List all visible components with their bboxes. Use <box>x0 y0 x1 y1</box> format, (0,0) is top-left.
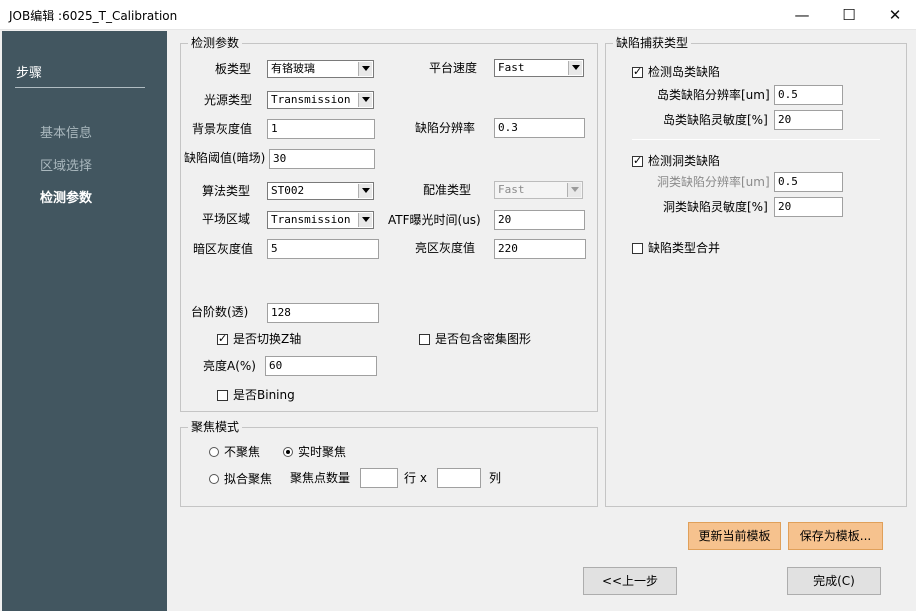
minimize-icon[interactable]: — <box>779 0 825 30</box>
capture-separator <box>632 139 880 140</box>
focus-points-label: 聚焦点数量 <box>290 471 351 485</box>
dark-gray-label: 暗区灰度值 <box>193 242 254 256</box>
steps-input[interactable]: 128 <box>267 303 379 323</box>
atf-exposure-label: ATF曝光时间(us) <box>388 213 481 227</box>
fit-focus-label: 拟合聚焦 <box>224 472 273 486</box>
title-bar: JOB编辑 :6025_T_Calibration — ☐ ✕ <box>0 0 916 30</box>
detect-hole-checkbox[interactable]: ✓ <box>632 154 643 167</box>
focus-rows-unit: 行 x <box>404 471 427 485</box>
chevron-down-icon <box>358 213 372 227</box>
island-resolution-label: 岛类缺陷分辨率[um] <box>657 88 770 102</box>
save-template-button[interactable]: 保存为模板... <box>788 522 883 550</box>
board-type-select[interactable]: 有铬玻璃 <box>267 60 374 78</box>
bg-gray-label: 背景灰度值 <box>192 122 253 136</box>
platform-speed-value: Fast <box>498 61 525 74</box>
prev-step-button[interactable]: <<上一步 <box>583 567 677 595</box>
bright-gray-label: 亮区灰度值 <box>415 241 476 255</box>
algorithm-value: ST002 <box>271 184 305 197</box>
bg-gray-input[interactable]: 1 <box>267 119 375 139</box>
focus-rows-input[interactable] <box>360 468 398 488</box>
sidebar-divider <box>15 87 145 88</box>
switch-z-label: 是否切换Z轴 <box>233 332 302 346</box>
island-sensitivity-input[interactable]: 20 <box>774 110 843 130</box>
chevron-down-icon <box>358 93 372 107</box>
board-type-value: 有铬玻璃 <box>271 62 315 75</box>
merge-types-label: 缺陷类型合并 <box>648 241 721 255</box>
flat-region-label: 平场区域 <box>202 212 251 226</box>
bining-checkbox[interactable] <box>217 390 228 401</box>
update-template-button[interactable]: 更新当前模板 <box>688 522 781 550</box>
chevron-down-icon <box>568 61 582 75</box>
maximize-icon[interactable]: ☐ <box>826 0 872 30</box>
fit-focus-radio[interactable] <box>209 474 219 484</box>
flat-region-value: Transmission <box>271 213 351 226</box>
board-type-label: 板类型 <box>215 62 252 76</box>
sidebar-item-region-select[interactable]: 区域选择 <box>40 155 92 174</box>
island-resolution-input[interactable]: 0.5 <box>774 85 843 105</box>
focus-mode-legend: 聚焦模式 <box>188 420 243 434</box>
brightness-label: 亮度A(%) <box>203 359 256 373</box>
switch-z-checkbox[interactable]: ✓ <box>217 332 228 345</box>
defect-capture-legend: 缺陷捕获类型 <box>613 36 692 50</box>
bright-gray-input[interactable]: 220 <box>494 239 586 259</box>
sidebar-item-basic-info[interactable]: 基本信息 <box>40 122 92 141</box>
no-focus-radio[interactable] <box>209 447 219 457</box>
chevron-down-icon <box>567 183 581 197</box>
dense-pattern-label: 是否包含密集图形 <box>435 332 532 346</box>
align-type-select: Fast <box>494 181 583 199</box>
realtime-focus-radio[interactable] <box>283 447 293 457</box>
defect-threshold-label: 缺陷阈值(暗场) <box>184 151 266 165</box>
align-type-label: 配准类型 <box>423 183 472 197</box>
detect-hole-label: 检测洞类缺陷 <box>648 154 721 168</box>
sidebar-item-detect-params[interactable]: 检测参数 <box>40 187 92 206</box>
light-type-value: Transmission <box>271 93 351 106</box>
detect-island-checkbox[interactable]: ✓ <box>632 65 643 78</box>
detect-island-label: 检测岛类缺陷 <box>648 65 721 79</box>
defect-resolution-input[interactable]: 0.3 <box>494 118 585 138</box>
platform-speed-select[interactable]: Fast <box>494 59 584 77</box>
focus-cols-input[interactable] <box>437 468 481 488</box>
defect-threshold-input[interactable]: 30 <box>269 149 375 169</box>
merge-types-checkbox[interactable] <box>632 243 643 254</box>
checkmark-icon: ✓ <box>633 154 643 167</box>
no-focus-label: 不聚焦 <box>224 445 261 459</box>
defect-resolution-label: 缺陷分辨率 <box>415 121 476 135</box>
brightness-input[interactable]: 60 <box>265 356 377 376</box>
window-title: JOB编辑 :6025_T_Calibration <box>9 9 178 23</box>
finish-button[interactable]: 完成(C) <box>787 567 881 595</box>
dense-pattern-checkbox[interactable] <box>419 334 430 345</box>
steps-sidebar: 步骤 基本信息 区域选择 检测参数 <box>2 31 167 611</box>
focus-cols-unit: 列 <box>489 471 502 485</box>
chevron-down-icon <box>358 184 372 198</box>
detect-params-legend: 检测参数 <box>188 36 243 50</box>
bining-label: 是否Bining <box>233 388 295 402</box>
checkmark-icon: ✓ <box>218 332 228 345</box>
realtime-focus-label: 实时聚焦 <box>298 445 347 459</box>
algorithm-label: 算法类型 <box>202 184 251 198</box>
steps-label: 台阶数(透) <box>191 305 249 319</box>
chevron-down-icon <box>358 62 372 76</box>
hole-resolution-label: 洞类缺陷分辨率[um] <box>657 175 770 189</box>
sidebar-heading: 步骤 <box>16 66 43 81</box>
checkmark-icon: ✓ <box>633 65 643 78</box>
hole-sensitivity-label: 洞类缺陷灵敏度[%] <box>663 200 768 214</box>
light-type-label: 光源类型 <box>204 93 253 107</box>
algorithm-select[interactable]: ST002 <box>267 182 374 200</box>
align-type-value: Fast <box>498 183 525 196</box>
close-icon[interactable]: ✕ <box>872 0 916 30</box>
hole-sensitivity-input[interactable]: 20 <box>774 197 843 217</box>
hole-resolution-input[interactable]: 0.5 <box>774 172 843 192</box>
atf-exposure-input[interactable]: 20 <box>494 210 585 230</box>
focus-mode-group: 聚焦模式 <box>180 420 598 507</box>
dark-gray-input[interactable]: 5 <box>267 239 379 259</box>
light-type-select[interactable]: Transmission <box>267 91 374 109</box>
island-sensitivity-label: 岛类缺陷灵敏度[%] <box>663 113 768 127</box>
flat-region-select[interactable]: Transmission <box>267 211 374 229</box>
platform-speed-label: 平台速度 <box>429 61 478 75</box>
